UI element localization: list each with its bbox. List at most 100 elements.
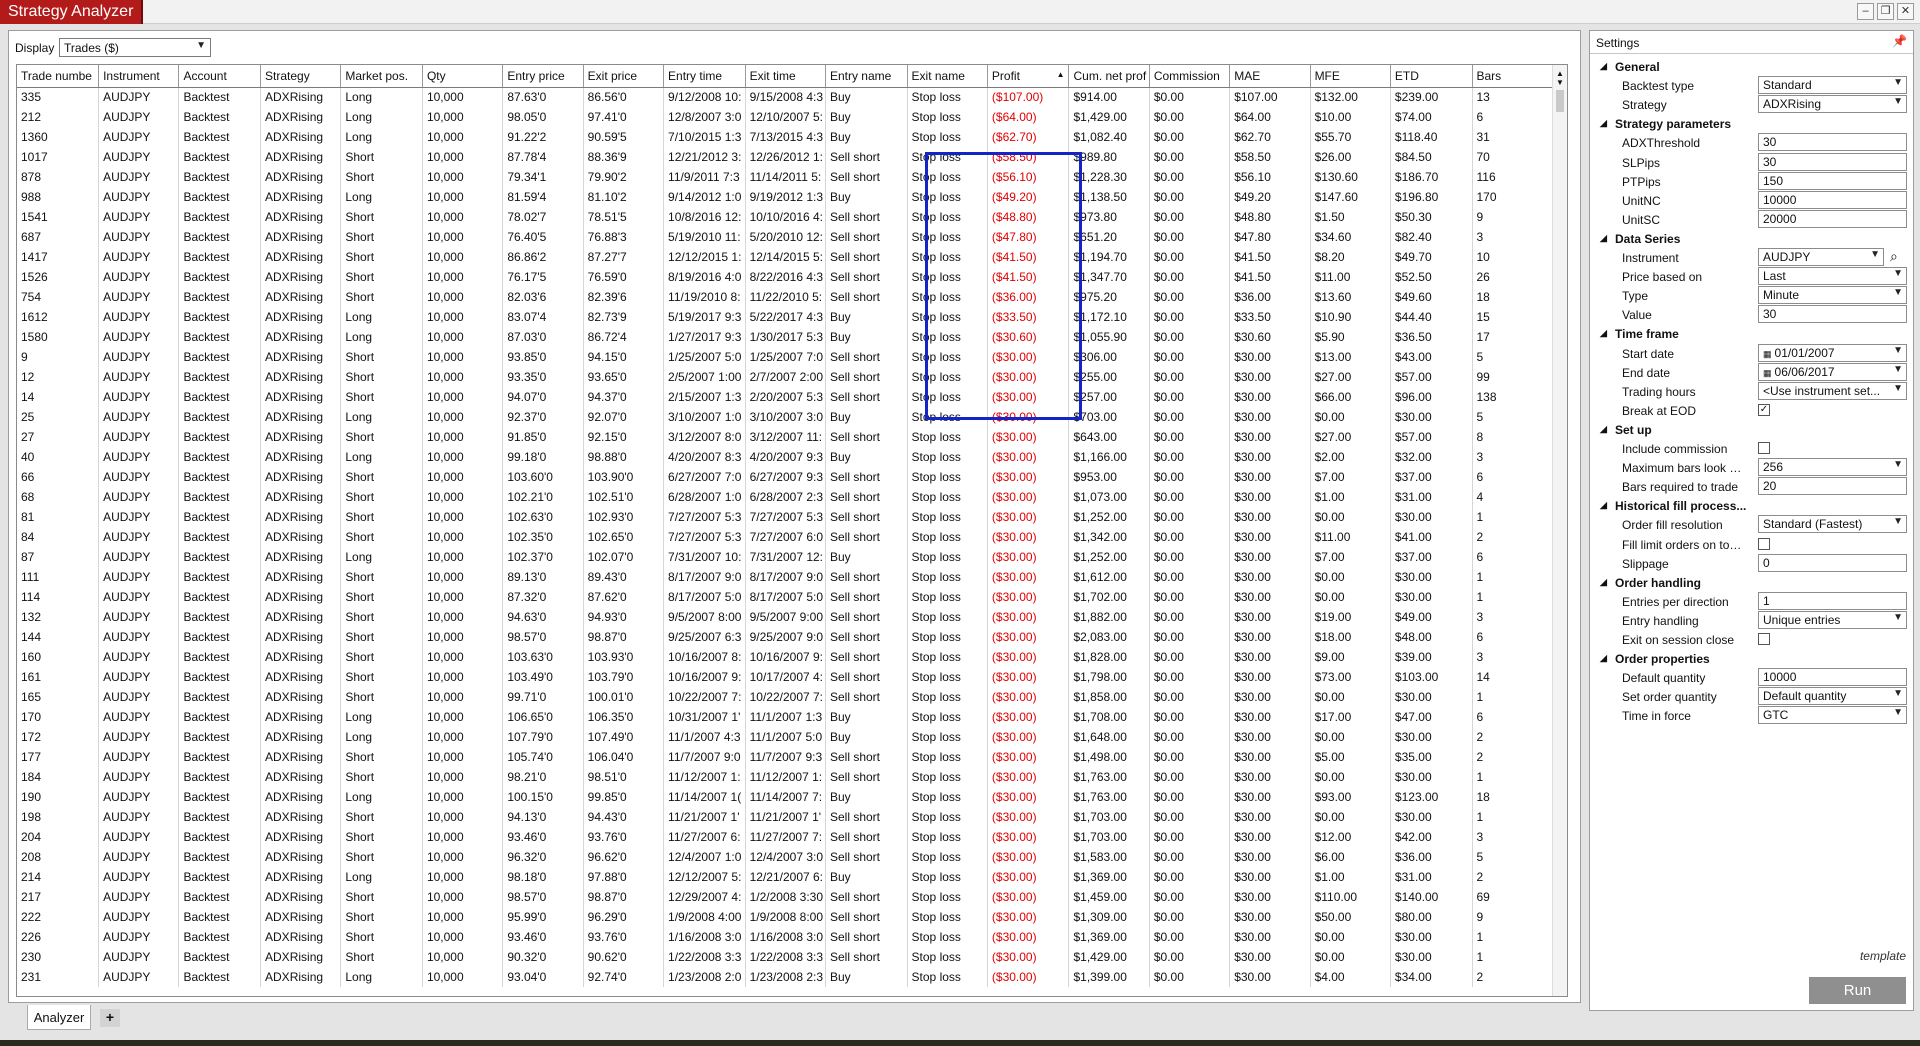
column-header[interactable]: Qty [422, 65, 504, 88]
column-header[interactable]: Exit price [583, 65, 665, 88]
setting-select[interactable]: Standard ▼ [1758, 76, 1907, 95]
table-row[interactable]: 66 AUDJPY Backtest ADXRising Short 10,000 103.… [17, 467, 1553, 487]
table-row[interactable]: 111 AUDJPY Backtest ADXRising Short 10,000 89.… [17, 567, 1553, 587]
close-icon[interactable]: ✕ [1897, 3, 1914, 20]
table-row[interactable]: 25 AUDJPY Backtest ADXRising Long 10,000 92.37… [17, 407, 1553, 427]
setting-checkbox[interactable] [1758, 442, 1770, 454]
table-row[interactable]: 231 AUDJPY Backtest ADXRising Long 10,000 93.0… [17, 967, 1553, 987]
table-row[interactable]: 172 AUDJPY Backtest ADXRising Long 10,000 107.… [17, 727, 1553, 747]
collapse-triangle-icon[interactable]: ◢ [1600, 577, 1607, 588]
column-header[interactable]: Instrument [98, 65, 180, 88]
column-header[interactable]: Trade numbe [17, 65, 100, 88]
setting-input[interactable]: 30 [1758, 305, 1907, 324]
trades-grid[interactable]: Trade numbe Instrument Account Strategy Mark… [16, 64, 1568, 997]
table-row[interactable]: 212 AUDJPY Backtest ADXRising Long 10,000 98.0… [17, 107, 1553, 127]
table-row[interactable]: 1360 AUDJPY Backtest ADXRising Long 10,000 91.… [17, 127, 1553, 147]
table-row[interactable]: 226 AUDJPY Backtest ADXRising Short 10,000 93.… [17, 927, 1553, 947]
table-row[interactable]: 988 AUDJPY Backtest ADXRising Long 10,000 81.5… [17, 187, 1553, 207]
table-row[interactable]: 1541 AUDJPY Backtest ADXRising Short 10,000 78… [17, 207, 1553, 227]
table-row[interactable]: 1526 AUDJPY Backtest ADXRising Short 10,000 76… [17, 267, 1553, 287]
table-row[interactable]: 144 AUDJPY Backtest ADXRising Short 10,000 98.… [17, 627, 1553, 647]
collapse-triangle-icon[interactable]: ◢ [1600, 328, 1607, 339]
setting-input[interactable]: 10000 [1758, 190, 1907, 209]
setting-input[interactable]: 150 [1758, 171, 1907, 190]
column-header[interactable]: Entry price [502, 65, 584, 88]
pin-icon[interactable]: 📌 [1892, 34, 1907, 48]
table-row[interactable]: 204 AUDJPY Backtest ADXRising Short 10,000 93.… [17, 827, 1553, 847]
restore-icon[interactable]: ❐ [1877, 3, 1894, 20]
search-icon[interactable]: ⌕ [1890, 248, 1898, 265]
setting-checkbox[interactable] [1758, 633, 1770, 645]
setting-input[interactable]: 20 [1758, 477, 1907, 496]
table-row[interactable]: 9 AUDJPY Backtest ADXRising Short 10,000 93.85… [17, 347, 1553, 367]
table-row[interactable]: 214 AUDJPY Backtest ADXRising Long 10,000 98.1… [17, 867, 1553, 887]
column-header[interactable]: Entry name [825, 65, 908, 88]
run-button[interactable]: Run [1809, 977, 1906, 1004]
table-row[interactable]: 1612 AUDJPY Backtest ADXRising Long 10,000 83.… [17, 307, 1553, 327]
table-row[interactable]: 687 AUDJPY Backtest ADXRising Short 10,000 76.… [17, 227, 1553, 247]
table-row[interactable]: 230 AUDJPY Backtest ADXRising Short 10,000 90.… [17, 947, 1553, 967]
setting-date-picker[interactable]: ▦ 06/06/2017 ▼ [1758, 362, 1907, 381]
setting-select[interactable]: <Use instrument set... ▼ [1758, 381, 1907, 400]
table-row[interactable]: 177 AUDJPY Backtest ADXRising Short 10,000 105… [17, 747, 1553, 767]
table-row[interactable]: 754 AUDJPY Backtest ADXRising Short 10,000 82.… [17, 287, 1553, 307]
setting-input[interactable]: 10000 [1758, 668, 1907, 687]
table-row[interactable]: 27 AUDJPY Backtest ADXRising Short 10,000 91.8… [17, 427, 1553, 447]
collapse-triangle-icon[interactable]: ◢ [1600, 233, 1607, 244]
setting-input[interactable]: 30 [1758, 133, 1907, 152]
column-header[interactable]: ETD [1390, 65, 1473, 88]
setting-select[interactable]: Minute ▼ [1758, 286, 1907, 305]
table-row[interactable]: 208 AUDJPY Backtest ADXRising Short 10,000 96.… [17, 847, 1553, 867]
column-header[interactable]: Profit ▲ [987, 65, 1070, 88]
table-row[interactable]: 68 AUDJPY Backtest ADXRising Short 10,000 102.… [17, 487, 1553, 507]
vertical-scrollbar[interactable]: ▲ ▼ [1552, 65, 1567, 996]
column-header[interactable]: Exit name [907, 65, 988, 88]
setting-input[interactable]: 20000 [1758, 209, 1907, 228]
table-row[interactable]: 217 AUDJPY Backtest ADXRising Short 10,000 98.… [17, 887, 1553, 907]
collapse-triangle-icon[interactable]: ◢ [1600, 118, 1607, 129]
setting-input[interactable]: 1 [1758, 591, 1907, 610]
template-link[interactable]: template [1821, 949, 1906, 963]
table-row[interactable]: 184 AUDJPY Backtest ADXRising Short 10,000 98.… [17, 767, 1553, 787]
column-header[interactable]: Bars [1472, 65, 1553, 88]
column-header[interactable]: Cum. net prof [1068, 65, 1150, 88]
setting-select[interactable]: Last ▼ [1758, 267, 1907, 286]
column-header[interactable]: Commission [1149, 65, 1231, 88]
column-header[interactable]: MFE [1310, 65, 1391, 88]
table-row[interactable]: 114 AUDJPY Backtest ADXRising Short 10,000 87.… [17, 587, 1553, 607]
table-row[interactable]: 170 AUDJPY Backtest ADXRising Long 10,000 106.… [17, 707, 1553, 727]
setting-select[interactable]: Default quantity ▼ [1758, 687, 1907, 706]
collapse-triangle-icon[interactable]: ◢ [1600, 61, 1607, 72]
table-row[interactable]: 160 AUDJPY Backtest ADXRising Short 10,000 103… [17, 647, 1553, 667]
table-row[interactable]: 40 AUDJPY Backtest ADXRising Long 10,000 99.18… [17, 447, 1553, 467]
collapse-triangle-icon[interactable]: ◢ [1600, 653, 1607, 664]
table-row[interactable]: 14 AUDJPY Backtest ADXRising Short 10,000 94.0… [17, 387, 1553, 407]
table-row[interactable]: 12 AUDJPY Backtest ADXRising Short 10,000 93.3… [17, 367, 1553, 387]
setting-date-picker[interactable]: ▦ 01/01/2007 ▼ [1758, 343, 1907, 362]
scroll-down-icon[interactable]: ▼ [1556, 78, 1564, 87]
collapse-triangle-icon[interactable]: ◢ [1600, 424, 1607, 435]
column-header[interactable]: Exit time [745, 65, 826, 88]
add-tab-button[interactable]: + [100, 1009, 120, 1027]
setting-select[interactable]: ADXRising ▼ [1758, 95, 1907, 114]
setting-input[interactable]: 30 [1758, 152, 1907, 171]
table-row[interactable]: 1417 AUDJPY Backtest ADXRising Short 10,000 86… [17, 247, 1553, 267]
collapse-triangle-icon[interactable]: ◢ [1600, 500, 1607, 511]
tab-analyzer[interactable]: Analyzer [27, 1005, 91, 1030]
setting-select[interactable]: Unique entries ▼ [1758, 610, 1907, 629]
table-row[interactable]: 161 AUDJPY Backtest ADXRising Short 10,000 103… [17, 667, 1553, 687]
column-header[interactable]: Entry time [663, 65, 746, 88]
scroll-up-icon[interactable]: ▲ [1556, 69, 1564, 78]
setting-select[interactable]: GTC ▼ [1758, 706, 1907, 725]
column-header[interactable]: Account [178, 65, 262, 88]
window-title[interactable]: Strategy Analyzer [0, 0, 144, 24]
setting-select[interactable]: 256 ▼ [1758, 458, 1907, 477]
instrument-select[interactable]: AUDJPY ▼ [1758, 248, 1884, 266]
table-row[interactable]: 1017 AUDJPY Backtest ADXRising Short 10,000 87… [17, 147, 1553, 167]
table-row[interactable]: 81 AUDJPY Backtest ADXRising Short 10,000 102.… [17, 507, 1553, 527]
table-row[interactable]: 190 AUDJPY Backtest ADXRising Long 10,000 100.… [17, 787, 1553, 807]
setting-select[interactable]: Standard (Fastest) ▼ [1758, 515, 1907, 534]
scroll-thumb[interactable] [1556, 90, 1564, 112]
table-row[interactable]: 198 AUDJPY Backtest ADXRising Short 10,000 94.… [17, 807, 1553, 827]
table-row[interactable]: 132 AUDJPY Backtest ADXRising Short 10,000 94.… [17, 607, 1553, 627]
